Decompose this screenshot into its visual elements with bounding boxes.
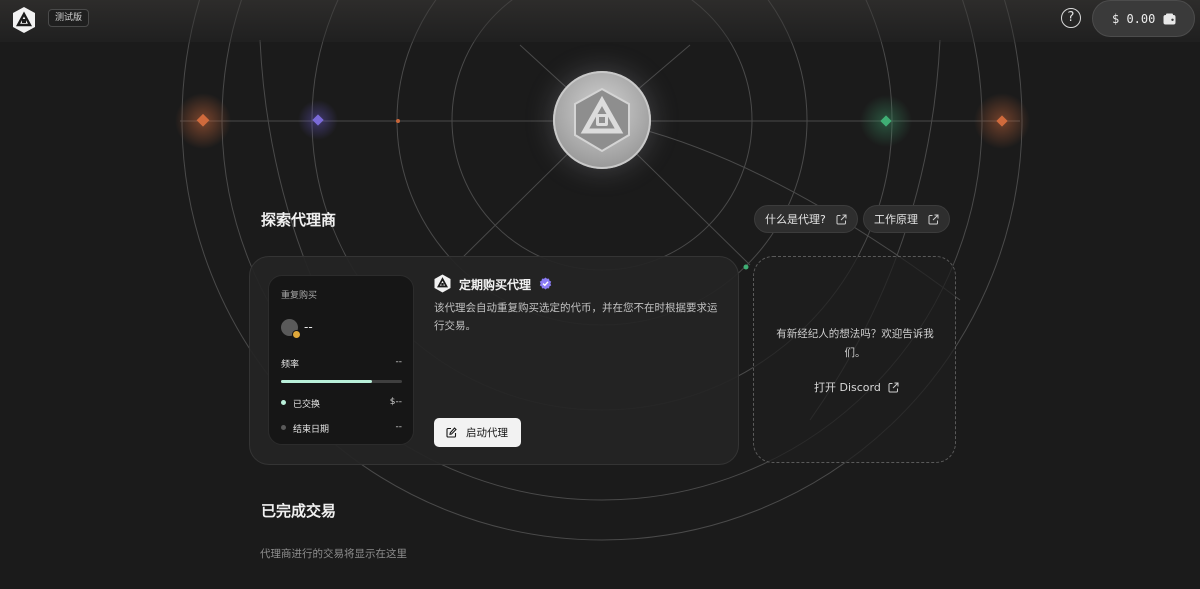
start-agent-button[interactable]: 启动代理: [434, 418, 521, 447]
open-discord-link[interactable]: 打开 Discord: [814, 379, 899, 395]
external-link-icon: [928, 214, 939, 224]
progress-fill: [281, 380, 372, 383]
progress-bar: [281, 380, 402, 383]
frequency-label: 频率: [281, 360, 300, 370]
completed-trades-empty-text: 代理商进行的交易将显示在这里: [260, 548, 407, 560]
app-logo-icon[interactable]: [12, 6, 36, 34]
balance-amount: $ 0.00: [1112, 11, 1156, 26]
external-link-icon: [836, 214, 847, 224]
external-link-icon: [888, 382, 899, 392]
top-bar: [0, 0, 1200, 42]
end-date-label: 结束日期: [293, 425, 330, 435]
env-badge: 测试版: [48, 9, 90, 27]
token-chain-badge-icon: [292, 330, 301, 339]
agent-logo-icon: [434, 274, 451, 293]
completed-trades-title: 已完成交易: [261, 502, 337, 520]
swapped-value: $--: [389, 397, 402, 407]
swapped-label: 已交换: [293, 400, 321, 410]
agent-orb-icon: [574, 87, 630, 153]
how-it-works-label: 工作原理: [874, 213, 918, 226]
suggest-agent-text: 有新经纪人的想法吗？欢迎告诉我们。: [776, 328, 934, 359]
how-it-works-link[interactable]: 工作原理: [863, 205, 950, 233]
help-button[interactable]: ?: [1061, 8, 1081, 28]
preview-title: 重复购买: [281, 291, 318, 301]
token-symbol: --: [304, 320, 313, 334]
open-discord-label: 打开 Discord: [814, 381, 881, 394]
agent-name: 定期购买代理: [459, 278, 532, 292]
what-is-agent-link[interactable]: 什么是代理?: [754, 205, 858, 233]
verified-badge-icon: [539, 277, 552, 290]
wallet-icon: [1163, 13, 1176, 24]
swapped-dot: [281, 400, 286, 405]
edit-icon: [446, 427, 457, 438]
agent-orb: [553, 71, 651, 169]
agent-description: 该代理会自动重复购买选定的代币，并在您不在时根据要求运行交易。: [434, 302, 718, 332]
wallet-balance-button[interactable]: $ 0.00: [1092, 0, 1195, 37]
start-agent-label: 启动代理: [466, 427, 508, 439]
frequency-value: --: [395, 357, 403, 367]
help-icon: ?: [1067, 10, 1075, 25]
explore-title: 探索代理商: [261, 211, 337, 229]
what-is-agent-label: 什么是代理?: [765, 213, 826, 226]
end-date-dot: [281, 425, 286, 430]
end-date-value: --: [395, 422, 403, 432]
